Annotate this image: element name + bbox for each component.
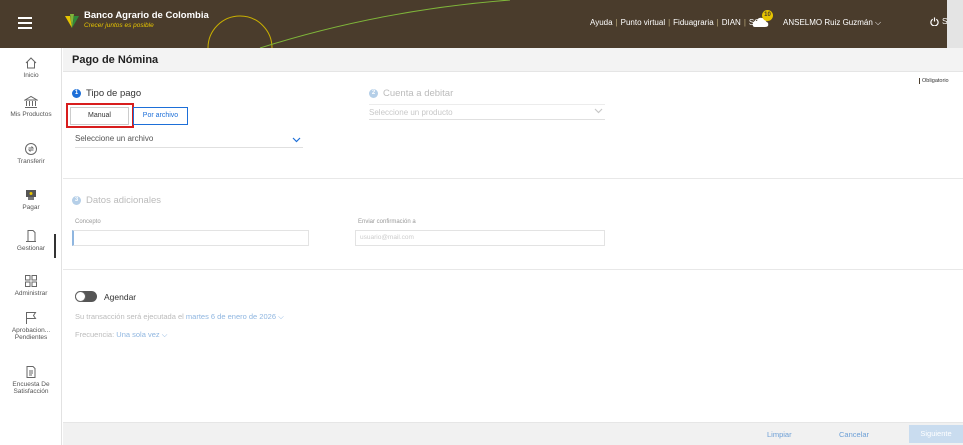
topbar-edge: [947, 0, 963, 48]
chevron-down-icon: [594, 108, 603, 114]
mandatory-note: Obligatorio: [919, 78, 949, 84]
main-content: Pago de Nómina Obligatorio 1 Tipo de pag…: [63, 48, 963, 445]
frequency-text: Frecuencia: Una sola vez ⌵: [75, 330, 167, 340]
email-input[interactable]: usuario@mail.com: [355, 230, 605, 246]
page-title: Pago de Nómina: [72, 54, 159, 66]
user-name: ANSELMO Ruiz Guzmán: [783, 18, 873, 27]
section-tipo-pago: 1 Tipo de pago: [72, 88, 141, 99]
step-number: 1: [72, 89, 81, 98]
sidebar-item-mis-productos[interactable]: Mis Productos: [0, 95, 62, 118]
step-number: 3: [72, 196, 81, 205]
link-punto-virtual[interactable]: Punto virtual: [621, 18, 665, 27]
sidebar-item-administrar[interactable]: Administrar: [0, 274, 62, 297]
sidebar-item-label: Transferir: [17, 158, 45, 165]
sidebar-item-label: Encuesta De Satisfacción: [12, 381, 50, 395]
sidebar-item-label: Inicio: [23, 72, 39, 79]
sidebar-item-pagar[interactable]: Pagar: [0, 188, 62, 211]
menu-icon[interactable]: [18, 17, 32, 29]
link-dian[interactable]: DIAN: [722, 18, 741, 27]
sidebar: Inicio Mis Productos Transferir Pagar Ge…: [0, 48, 62, 445]
link-fiduagraria[interactable]: Fiduagraria: [673, 18, 713, 27]
highlight-box: [66, 103, 134, 128]
header-decoration: [207, 0, 511, 48]
file-select-placeholder: Seleccione un archivo: [75, 134, 154, 143]
section-datos: 3 Datos adicionales: [72, 195, 161, 206]
brand-logo-icon: [65, 14, 79, 28]
chevron-down-icon: ⌵: [875, 18, 882, 27]
section-title: Datos adicionales: [86, 195, 161, 206]
email-label: Enviar confirmación a: [358, 219, 416, 225]
clear-button[interactable]: Limpiar: [767, 430, 792, 439]
transfer-icon: [25, 143, 37, 155]
page-header: Pago de Nómina: [63, 48, 963, 72]
survey-icon: [26, 366, 36, 378]
concepto-input[interactable]: [72, 230, 309, 246]
sidebar-item-label: Mis Productos: [10, 111, 52, 118]
notifications-button[interactable]: 10: [751, 10, 773, 32]
sidebar-item-encuesta[interactable]: Encuesta De Satisfacción: [0, 365, 62, 395]
execution-date-text: Su transacción será ejecutada el martes …: [75, 312, 284, 322]
footer-bar: Limpiar Cancelar Siguiente: [63, 422, 963, 445]
account-select[interactable]: Seleccione un producto: [369, 104, 605, 120]
sidebar-item-label: Pagar: [22, 204, 40, 211]
user-menu[interactable]: ANSELMO Ruiz Guzmán ⌵: [783, 18, 881, 28]
chevron-down-icon: [292, 137, 301, 143]
frequency-link[interactable]: Una sola vez: [116, 330, 159, 339]
home-icon: [25, 57, 37, 69]
sidebar-item-label: Gestionar: [16, 245, 46, 252]
notification-badge: 10: [762, 10, 773, 21]
file-select[interactable]: Seleccione un archivo: [75, 134, 303, 148]
pay-icon: [26, 190, 36, 200]
cancel-button[interactable]: Cancelar: [839, 430, 869, 439]
sidebar-item-label: Aprobacion... Pendientes: [11, 327, 51, 341]
manage-icon: [26, 230, 36, 242]
divider: [63, 178, 963, 179]
execution-date-link[interactable]: martes 6 de enero de 2026: [186, 312, 276, 321]
section-title: Cuenta a debitar: [383, 88, 454, 99]
next-button[interactable]: Siguiente: [909, 425, 963, 443]
flag-icon: [26, 312, 37, 324]
chevron-down-icon: ⌵: [278, 312, 284, 321]
section-cuenta: 2 Cuenta a debitar: [369, 88, 453, 99]
agendar-label: Agendar: [104, 292, 137, 302]
link-ayuda[interactable]: Ayuda: [590, 18, 613, 27]
sidebar-item-gestionar[interactable]: Gestionar: [0, 229, 62, 252]
file-option-button[interactable]: Por archivo: [133, 107, 188, 125]
bank-icon: [24, 95, 38, 108]
sidebar-item-label: Administrar: [14, 290, 48, 297]
sidebar-item-inicio[interactable]: Inicio: [0, 56, 62, 79]
sidebar-item-transferir[interactable]: Transferir: [0, 142, 62, 165]
account-select-placeholder: Seleccione un producto: [369, 108, 453, 117]
step-number: 2: [369, 89, 378, 98]
power-icon: [930, 16, 939, 26]
section-title: Tipo de pago: [86, 88, 142, 99]
top-links: Ayuda|Punto virtual|Fiduagraria|DIAN|SOI…: [590, 18, 771, 27]
sidebar-item-aprobaciones[interactable]: Aprobacion... Pendientes: [0, 311, 62, 341]
grid-icon: [25, 275, 37, 287]
brand-tagline: Crecer juntos es posible: [84, 22, 154, 29]
agendar-toggle[interactable]: [75, 291, 97, 302]
top-bar: Banco Agrario de Colombia Crecer juntos …: [0, 0, 963, 48]
chevron-down-icon: ⌵: [161, 330, 168, 339]
divider: [63, 269, 963, 270]
frequency-prefix: Frecuencia:: [75, 330, 115, 339]
execution-prefix: Su transacción será ejecutada el: [75, 312, 184, 321]
brand-name: Banco Agrario de Colombia: [84, 10, 209, 21]
concepto-label: Concepto: [75, 219, 101, 225]
